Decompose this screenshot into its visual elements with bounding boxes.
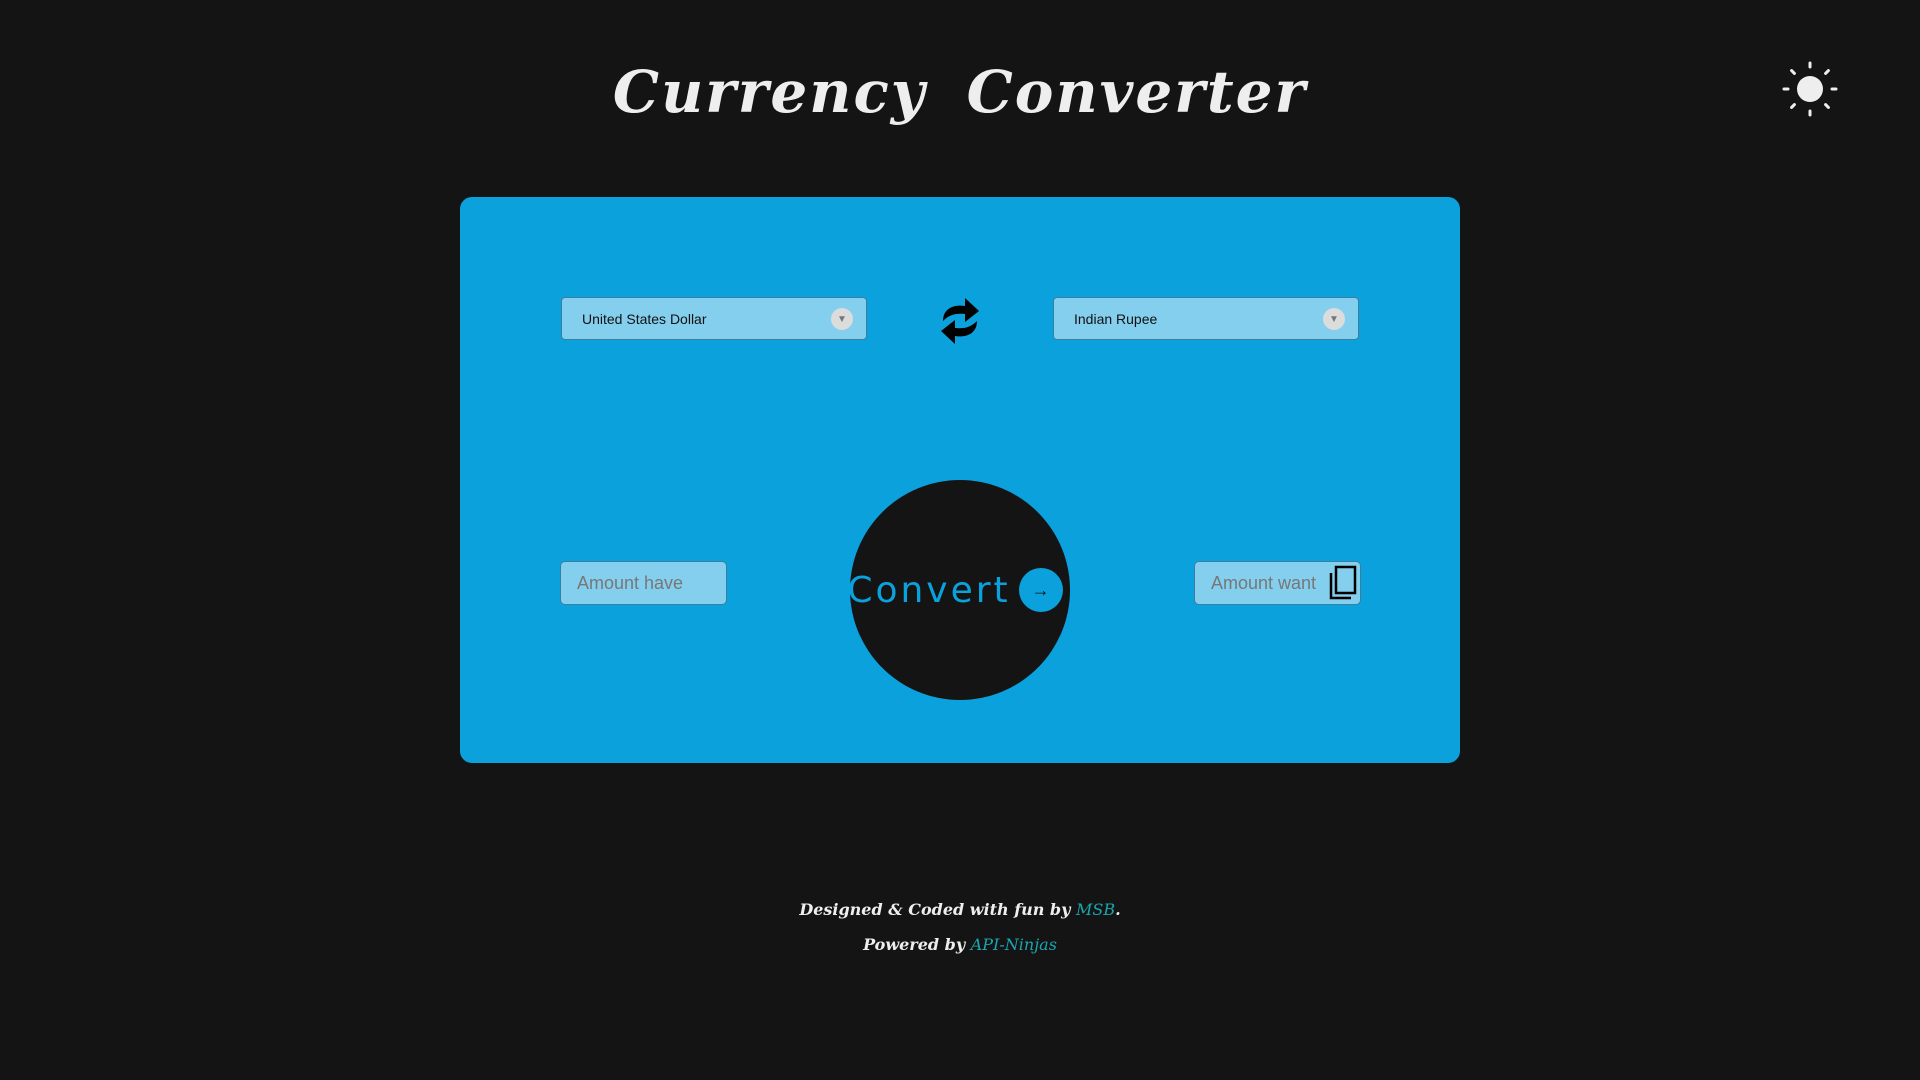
arrow-right-icon: → [1018, 568, 1063, 612]
to-currency-value: Indian Rupee [1074, 310, 1158, 327]
converter-card: United States Dollar ▼ Indian Rupee ▼ Co… [460, 197, 1460, 763]
powered-text: Powered by [863, 935, 971, 954]
swap-currencies-button[interactable] [935, 295, 985, 347]
sun-icon [1782, 61, 1838, 117]
convert-button[interactable]: Convert → [847, 480, 1070, 700]
to-currency-select[interactable]: Indian Rupee ▼ [1053, 297, 1359, 340]
copy-icon [1329, 565, 1357, 600]
footer-credit: Designed & Coded with fun by MSB. [0, 900, 1920, 919]
footer-powered: Powered by API-Ninjas [0, 935, 1920, 954]
theme-toggle-button[interactable] [1782, 61, 1838, 117]
chevron-down-icon: ▼ [831, 308, 853, 330]
from-currency-value: United States Dollar [582, 310, 707, 327]
api-ninjas-link[interactable]: API-Ninjas [971, 935, 1057, 954]
from-currency-select[interactable]: United States Dollar ▼ [561, 297, 867, 340]
author-link[interactable]: MSB [1076, 900, 1115, 919]
chevron-down-icon: ▼ [1323, 308, 1345, 330]
credit-text: Designed & Coded with fun by [799, 900, 1076, 919]
page-title: Currency Converter [612, 58, 1308, 126]
swap-arrows-icon [941, 298, 979, 344]
convert-label: Convert [847, 569, 1011, 611]
credit-period: . [1115, 900, 1121, 919]
amount-have-input[interactable] [560, 561, 727, 605]
copy-button[interactable] [1328, 565, 1358, 601]
